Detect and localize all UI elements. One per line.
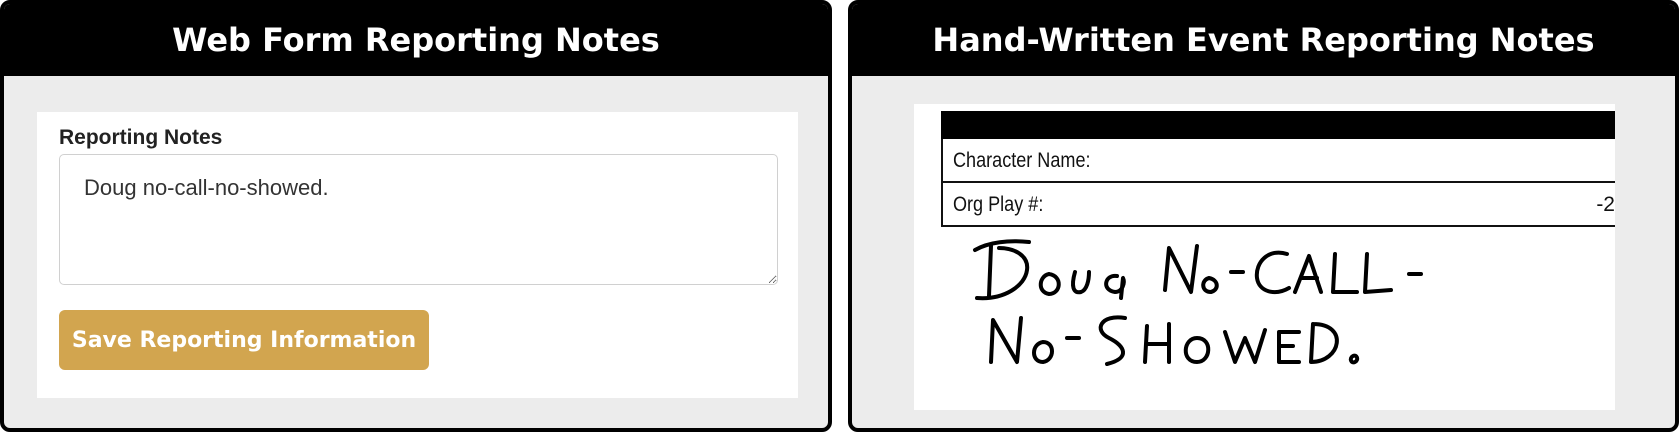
org-play-label: Org Play #: xyxy=(953,193,1044,216)
reporting-notes-label: Reporting Notes xyxy=(59,126,223,149)
web-form-panel-title: Web Form Reporting Notes xyxy=(4,4,828,76)
reporting-notes-textarea[interactable]: Doug no-call-no-showed. xyxy=(59,154,778,285)
handwritten-panel-title: Hand-Written Event Reporting Notes xyxy=(852,4,1675,76)
reporting-form: Reporting Notes Doug no-call-no-showed. … xyxy=(37,112,798,398)
web-form-panel: Web Form Reporting Notes Reporting Notes… xyxy=(0,0,832,432)
save-reporting-button[interactable]: Save Reporting Information xyxy=(59,310,429,370)
handwritten-note xyxy=(973,239,1423,366)
handwritten-panel: Hand-Written Event Reporting Notes Chara… xyxy=(848,0,1679,432)
sheet-header-bar xyxy=(941,111,1615,139)
org-play-number: -2 xyxy=(1596,193,1615,216)
character-name-row: Character Name: xyxy=(941,139,1615,183)
org-play-row: Org Play #: -2 xyxy=(941,183,1615,227)
character-name-label: Character Name: xyxy=(953,149,1091,172)
scanned-sheet: Character Name: Org Play #: -2 xyxy=(914,104,1615,410)
